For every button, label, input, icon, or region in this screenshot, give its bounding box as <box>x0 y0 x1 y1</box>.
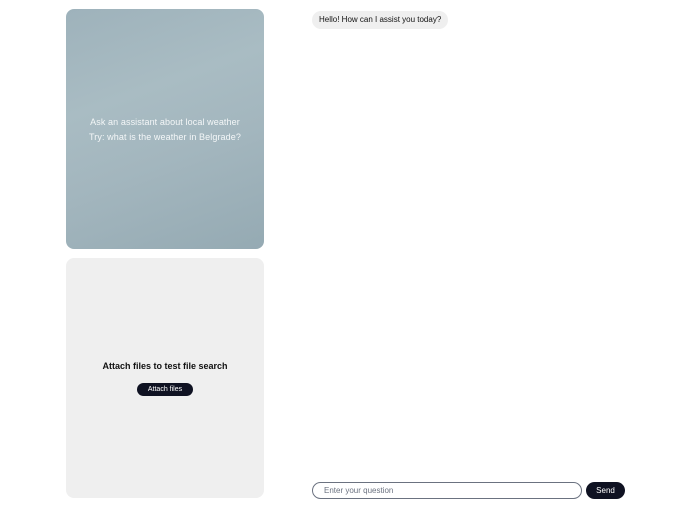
file-search-title: Attach files to test file search <box>102 360 228 371</box>
assistant-page: Ask an assistant about local weather Try… <box>0 0 688 512</box>
weather-widget: Ask an assistant about local weather Try… <box>66 9 264 249</box>
weather-widget-prompt: Ask an assistant about local weather <box>90 116 240 127</box>
question-input[interactable] <box>312 482 582 499</box>
send-button[interactable]: Send <box>586 482 625 499</box>
chat-composer: Send <box>312 482 626 499</box>
attach-files-button[interactable]: Attach files <box>136 382 194 396</box>
chat-messages: Hello! How can I assist you today? <box>312 9 626 469</box>
weather-widget-hint: Try: what is the weather in Belgrade? <box>89 131 241 142</box>
file-search-widget: Attach files to test file search Attach … <box>66 258 264 498</box>
assistant-message: Hello! How can I assist you today? <box>312 11 449 29</box>
